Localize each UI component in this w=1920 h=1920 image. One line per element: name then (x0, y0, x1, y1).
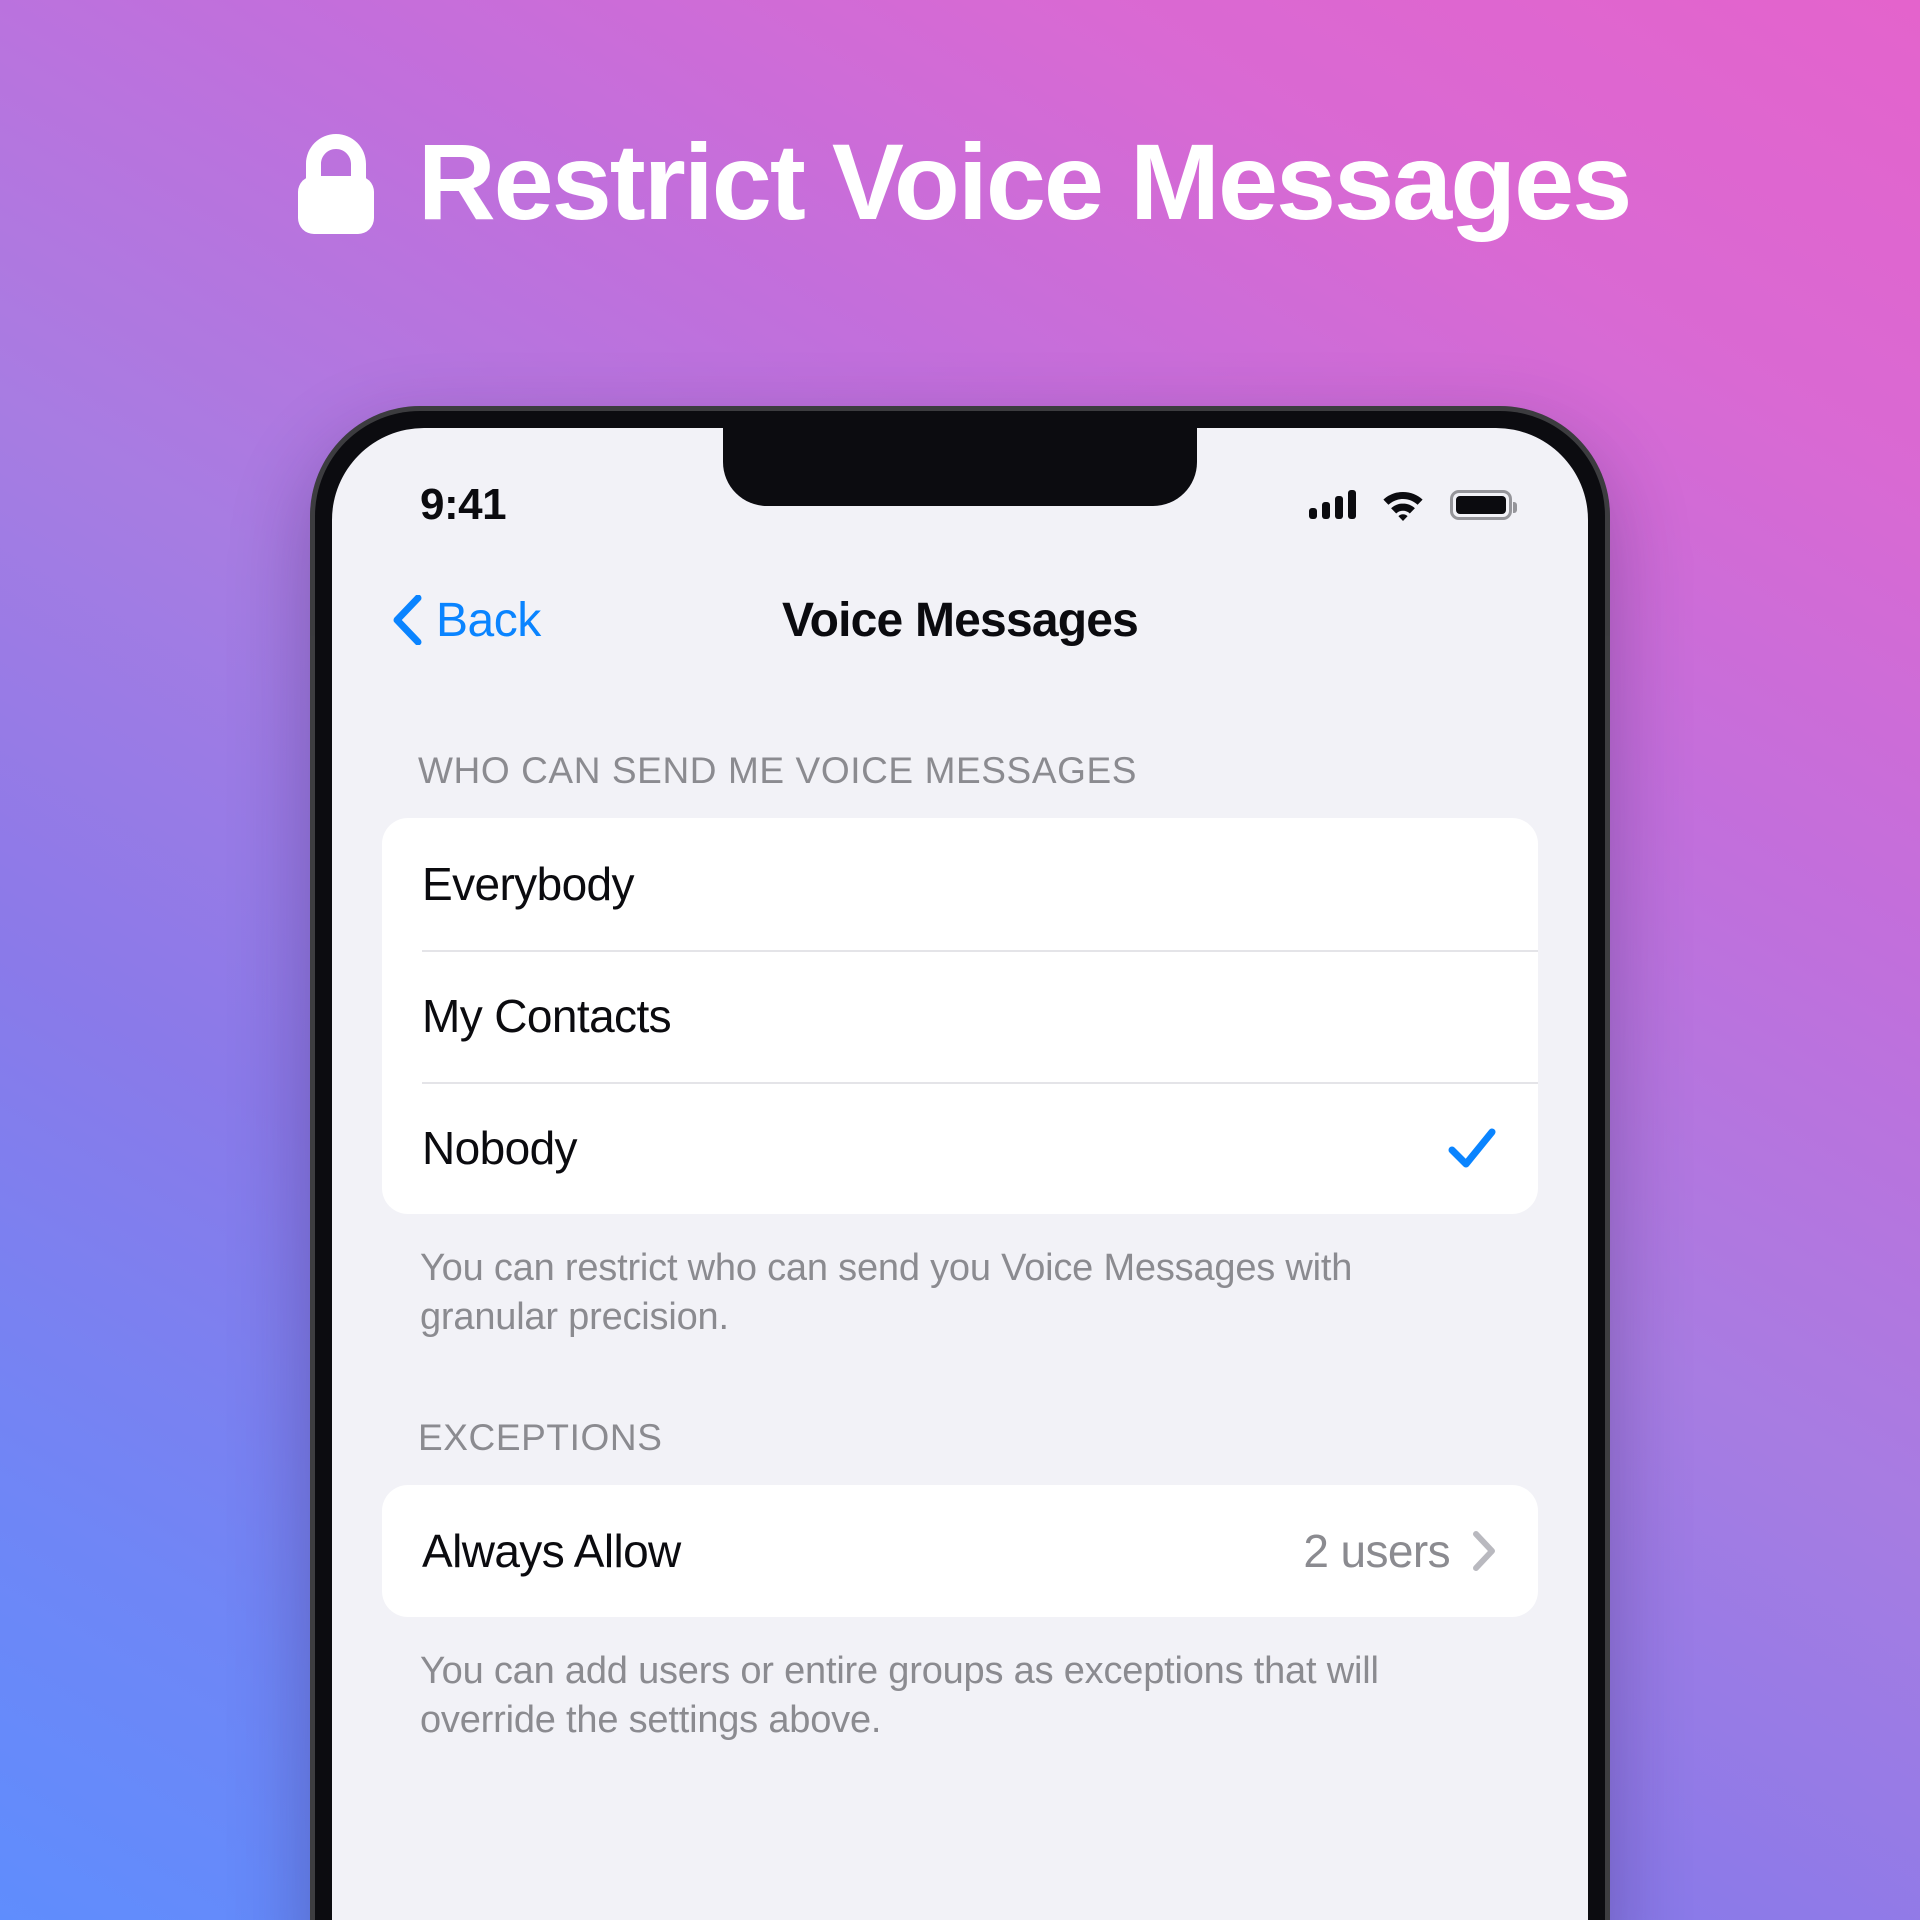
status-time: 9:41 (420, 480, 507, 529)
row-always-allow[interactable]: Always Allow 2 users (382, 1485, 1538, 1617)
option-label: Everybody (422, 858, 635, 910)
lock-icon (297, 134, 374, 234)
radio-group-who-can-send: Everybody My Contacts Nobody (382, 818, 1538, 1214)
battery-full-icon (1450, 490, 1517, 520)
wifi-icon (1383, 492, 1423, 521)
chevron-left-icon (393, 595, 422, 645)
back-button[interactable]: Back (392, 593, 541, 648)
signal-bars-icon (1309, 490, 1356, 519)
phone-frame: 9:41 Back Voice Messages WHO CAN SEND ME… (310, 406, 1610, 1920)
chevron-right-icon (1473, 1531, 1495, 1572)
option-row-my-contacts[interactable]: My Contacts (382, 950, 1538, 1082)
status-bar: 9:41 (332, 428, 1588, 566)
row-value: 2 users (1303, 1525, 1450, 1578)
back-button-label: Back (436, 593, 541, 647)
nav-bar: Back Voice Messages (332, 566, 1588, 674)
option-row-everybody[interactable]: Everybody (382, 818, 1538, 950)
option-label: My Contacts (422, 990, 672, 1042)
option-label: Nobody (422, 1122, 578, 1174)
poster-canvas: Restrict Voice Messages 9:41 Back Voice … (0, 0, 1920, 1920)
option-selected-indicator (1448, 1126, 1496, 1170)
checkmark-icon (1448, 1128, 1496, 1168)
section-header-privacy: WHO CAN SEND ME VOICE MESSAGES (418, 750, 1138, 791)
section-footnote-privacy: You can restrict who can send you Voice … (420, 1247, 1353, 1338)
status-icons (1309, 473, 1517, 521)
banner-headline: Restrict Voice Messages (0, 128, 1920, 236)
group-exceptions: Always Allow 2 users (382, 1485, 1538, 1618)
banner-title: Restrict Voice Messages (417, 121, 1633, 242)
row-accessory: 2 users (1303, 1524, 1496, 1578)
row-label: Always Allow (422, 1525, 681, 1578)
phone-screen: 9:41 Back Voice Messages WHO CAN SEND ME… (332, 428, 1588, 1920)
option-row-nobody[interactable]: Nobody (382, 1082, 1538, 1214)
settings-content: WHO CAN SEND ME VOICE MESSAGES Everybody… (332, 674, 1588, 1745)
section-footnote-exceptions: You can add users or entire groups as ex… (420, 1650, 1379, 1741)
section-header-exceptions: EXCEPTIONS (418, 1417, 663, 1459)
